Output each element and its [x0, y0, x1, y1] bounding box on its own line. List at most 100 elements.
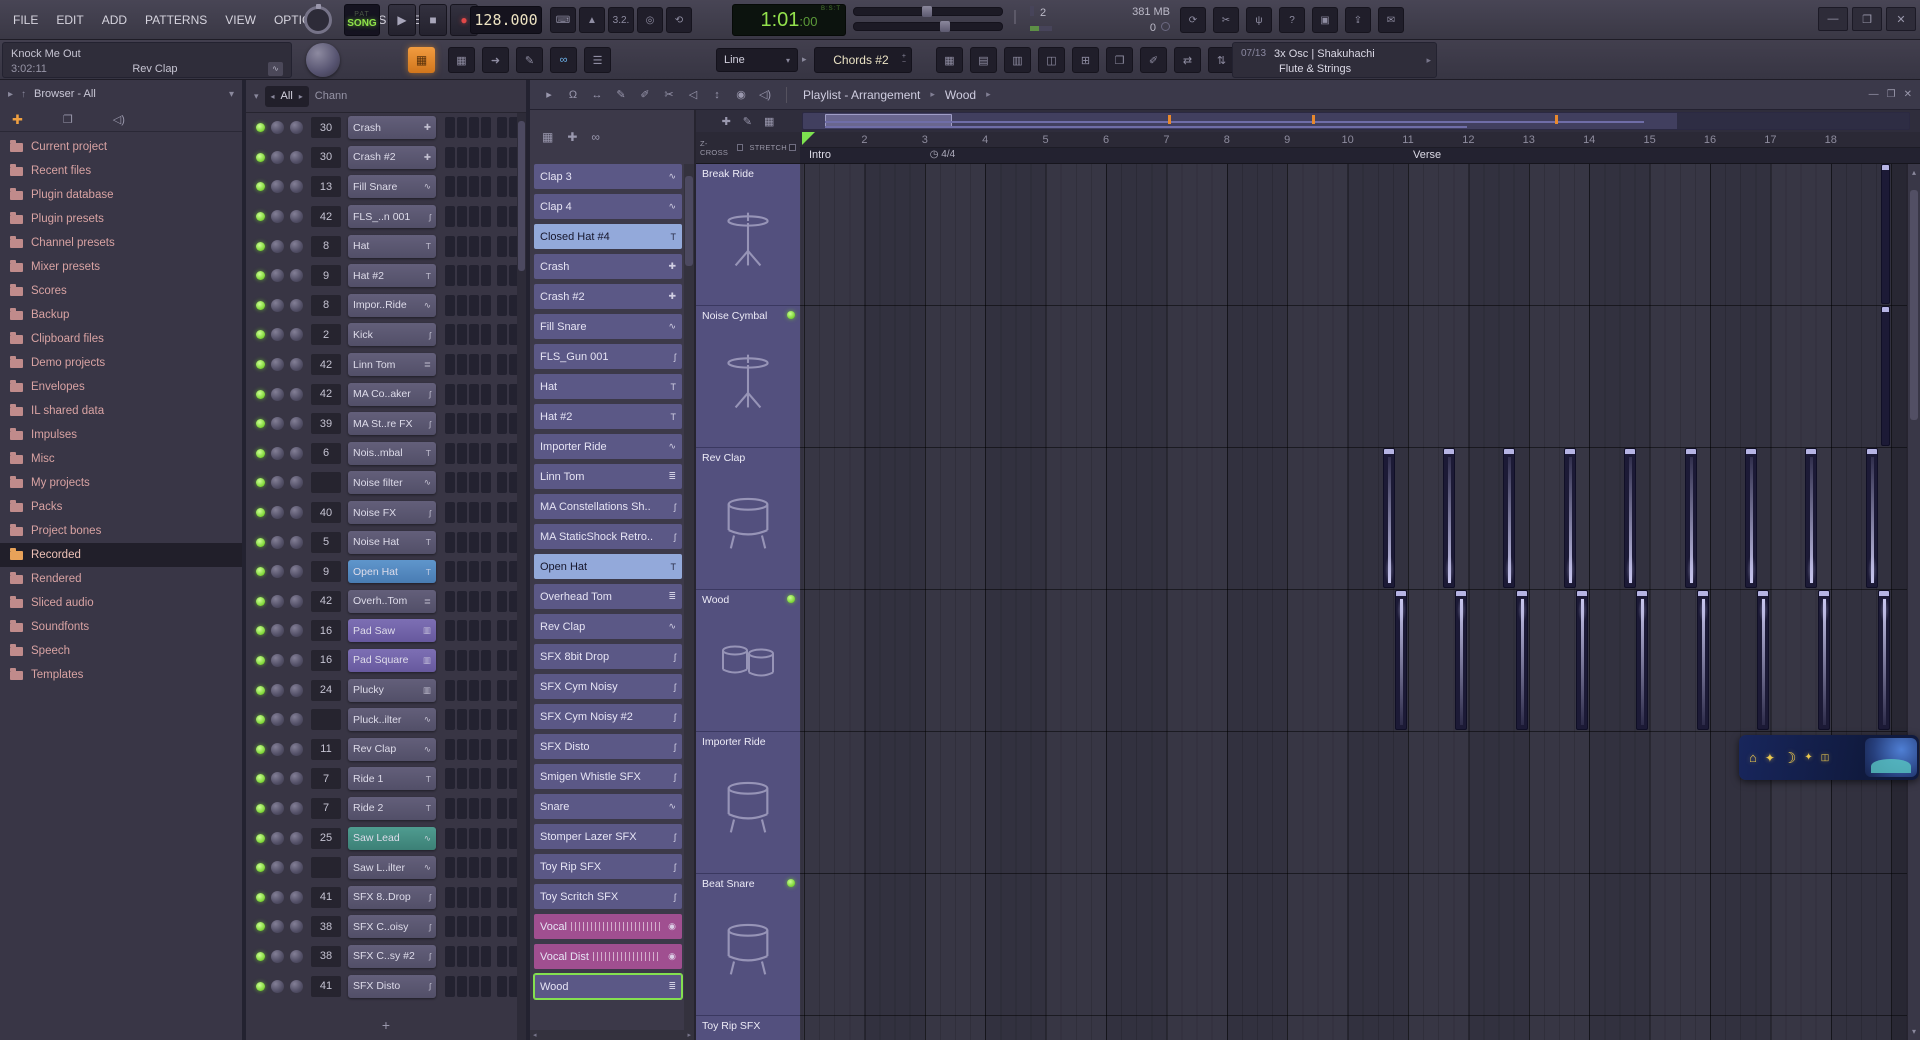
- tempo-display[interactable]: 128.000: [470, 6, 542, 34]
- step-cell[interactable]: [469, 384, 479, 405]
- countdown-icon[interactable]: 3.2.: [608, 7, 634, 33]
- channel-button[interactable]: Saw Lead∿: [348, 827, 436, 850]
- mixer-track-number[interactable]: 39: [311, 413, 341, 434]
- pan-knob[interactable]: [271, 180, 284, 193]
- channel-enable-led[interactable]: [256, 153, 265, 162]
- step-cell[interactable]: [481, 206, 491, 227]
- browser-item[interactable]: Scores: [0, 279, 242, 303]
- clip-handle[interactable]: [1698, 591, 1708, 596]
- pan-knob[interactable]: [271, 536, 284, 549]
- clip-handle[interactable]: [1819, 591, 1829, 596]
- playlist-navigator[interactable]: [802, 112, 1910, 130]
- picker-item[interactable]: Overhead Tom≣: [534, 584, 682, 609]
- step-cell[interactable]: [457, 709, 467, 730]
- channel-enable-led[interactable]: [256, 745, 265, 754]
- picker-item[interactable]: MA Constellations Sh..ʃ: [534, 494, 682, 519]
- pan-knob[interactable]: [271, 920, 284, 933]
- channel-enable-led[interactable]: [256, 715, 265, 724]
- step-cell[interactable]: [469, 324, 479, 345]
- mixer-track-number[interactable]: 42: [311, 591, 341, 612]
- picker-item[interactable]: Snare∿: [534, 794, 682, 819]
- channel-button[interactable]: Pluck..ilter∿: [348, 708, 436, 731]
- channel-button[interactable]: SFX 8..Dropʃ: [348, 886, 436, 909]
- channel-button[interactable]: Ride 2T: [348, 797, 436, 820]
- step-cell[interactable]: [497, 976, 507, 997]
- step-cell[interactable]: [469, 236, 479, 257]
- step-cell[interactable]: [457, 176, 467, 197]
- volume-knob[interactable]: [290, 121, 303, 134]
- audio-clip[interactable]: [1881, 306, 1890, 446]
- view-split-icon[interactable]: ◫: [1038, 47, 1065, 73]
- step-cell[interactable]: [445, 295, 455, 316]
- clip-handle[interactable]: [1867, 449, 1877, 454]
- step-cell[interactable]: [445, 265, 455, 286]
- channel-button[interactable]: Kickʃ: [348, 323, 436, 346]
- channel-button[interactable]: Plucky▥: [348, 679, 436, 702]
- channel-button[interactable]: SFX C..oisyʃ: [348, 915, 436, 938]
- audio-clip[interactable]: [1455, 590, 1467, 730]
- audio-clip[interactable]: [1866, 448, 1878, 588]
- mixer-track-number[interactable]: 16: [311, 650, 341, 671]
- step-cell[interactable]: [469, 265, 479, 286]
- picker-item[interactable]: Toy Scritch SFXʃ: [534, 884, 682, 909]
- channel-enable-led[interactable]: [256, 360, 265, 369]
- swap-icon[interactable]: ⇄: [1174, 47, 1201, 73]
- track-lane[interactable]: [800, 306, 1920, 448]
- menu-file[interactable]: FILE: [4, 13, 47, 27]
- channel-rack-icon[interactable]: ▦: [408, 47, 435, 73]
- browser-item[interactable]: Speech: [0, 639, 242, 663]
- slip-icon[interactable]: ↕: [706, 85, 728, 105]
- step-cell[interactable]: [469, 413, 479, 434]
- step-cell[interactable]: [497, 768, 507, 789]
- clip-handle[interactable]: [1384, 449, 1394, 454]
- zcross-checkbox[interactable]: [737, 144, 744, 151]
- picker-item[interactable]: Stomper Lazer SFXʃ: [534, 824, 682, 849]
- step-cell[interactable]: [481, 798, 491, 819]
- pan-knob[interactable]: [271, 240, 284, 253]
- clip-handle[interactable]: [1504, 449, 1514, 454]
- mixer-track-number[interactable]: 42: [311, 354, 341, 375]
- mixer-track-number[interactable]: 24: [311, 680, 341, 701]
- step-cell[interactable]: [445, 887, 455, 908]
- move-icon[interactable]: ✚: [567, 130, 577, 144]
- magnet-snap-icon[interactable]: Ω: [562, 85, 584, 105]
- channel-enable-led[interactable]: [256, 330, 265, 339]
- picker-item[interactable]: Open HatT: [534, 554, 682, 579]
- pan-knob[interactable]: [271, 832, 284, 845]
- pan-knob[interactable]: [271, 506, 284, 519]
- step-cell[interactable]: [497, 147, 507, 168]
- clip-handle[interactable]: [1806, 449, 1816, 454]
- channel-enable-led[interactable]: [256, 686, 265, 695]
- browser-item[interactable]: Channel presets: [0, 231, 242, 255]
- volume-knob[interactable]: [290, 891, 303, 904]
- clip-handle[interactable]: [1882, 307, 1889, 312]
- metronome-icon[interactable]: ▲: [579, 7, 605, 33]
- group-next-icon[interactable]: ▸: [299, 92, 303, 101]
- channel-enable-led[interactable]: [256, 449, 265, 458]
- pan-knob[interactable]: [271, 358, 284, 371]
- channel-enable-led[interactable]: [256, 982, 265, 991]
- channel-enable-led[interactable]: [256, 893, 265, 902]
- track-lane[interactable]: [800, 874, 1920, 1016]
- picker-item[interactable]: Crash✚: [534, 254, 682, 279]
- step-cell[interactable]: [481, 324, 491, 345]
- step-cell[interactable]: [481, 532, 491, 553]
- playlist-scrollbar[interactable]: ▴ ▾: [1907, 164, 1920, 1040]
- track-header[interactable]: Noise Cymbal: [696, 306, 800, 448]
- stretch-checkbox[interactable]: [789, 144, 796, 151]
- channel-button[interactable]: SFX Distoʃ: [348, 975, 436, 998]
- loop-record-icon[interactable]: ⟲: [666, 7, 692, 33]
- audio-clip[interactable]: [1443, 448, 1455, 588]
- step-cell[interactable]: [469, 472, 479, 493]
- group-prev-icon[interactable]: ◂: [271, 92, 275, 101]
- volume-knob[interactable]: [290, 536, 303, 549]
- channel-button[interactable]: HatT: [348, 235, 436, 258]
- view-pattern-icon[interactable]: ▦: [936, 47, 963, 73]
- pan-knob[interactable]: [271, 417, 284, 430]
- step-cell[interactable]: [445, 354, 455, 375]
- picker-item[interactable]: MA StaticShock Retro..ʃ: [534, 524, 682, 549]
- step-cell[interactable]: [457, 798, 467, 819]
- master-volume-slider[interactable]: [853, 22, 1003, 31]
- mixer-track-number[interactable]: 38: [311, 946, 341, 967]
- step-cell[interactable]: [481, 857, 491, 878]
